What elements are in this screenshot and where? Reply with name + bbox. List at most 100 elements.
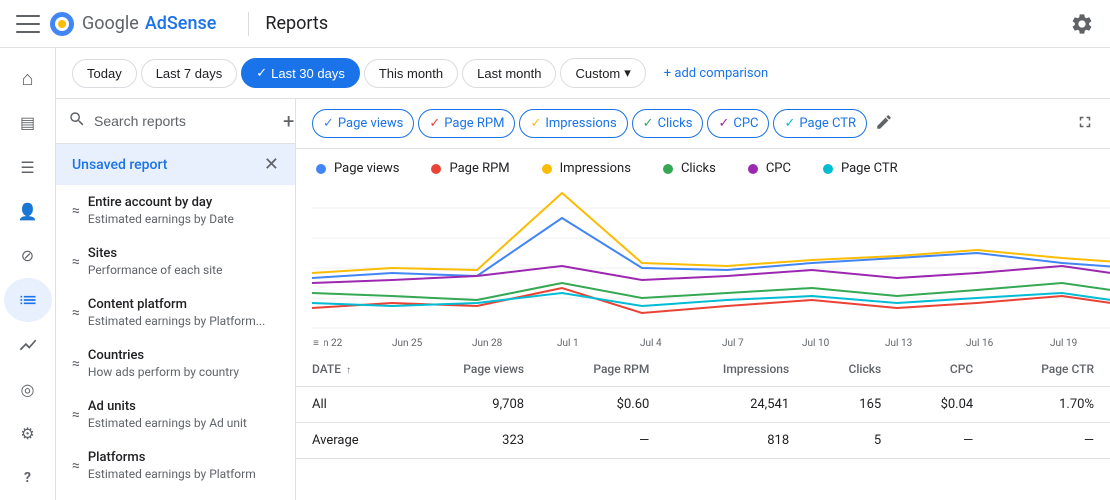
col-cpc[interactable]: CPC xyxy=(897,352,989,387)
report-list-item[interactable]: ≈ Platforms Estimated earnings by Platfo… xyxy=(56,440,295,491)
filter-lastmonth-button[interactable]: Last month xyxy=(462,59,556,88)
legend-label: Clicks xyxy=(681,161,716,176)
col-clicks[interactable]: Clicks xyxy=(805,352,897,387)
svg-text:Jul 4: Jul 4 xyxy=(640,338,662,348)
hamburger-menu[interactable] xyxy=(16,12,40,36)
chart-table-area: ✓ Page views ✓ Page RPM ✓ Impressions ✓ … xyxy=(296,99,1110,500)
chart-legend: Page views Page RPM Impressions Clicks C… xyxy=(296,149,1110,188)
filter-last7-button[interactable]: Last 7 days xyxy=(141,59,238,88)
active-report-item[interactable]: Unsaved report ✕ xyxy=(56,144,295,185)
report-list-item[interactable]: ≈ Entire account by day Estimated earnin… xyxy=(56,185,295,236)
close-report-icon[interactable]: ✕ xyxy=(264,154,279,175)
report-list-item[interactable]: ≈ Countries How ads perform by country ⋮ xyxy=(56,338,295,389)
report-item-subtitle: Estimated earnings by Ad unit xyxy=(88,416,266,430)
nav-content-icon[interactable]: ☰ xyxy=(4,145,52,189)
filter-today-button[interactable]: Today xyxy=(72,59,137,88)
col-pagerpm[interactable]: Page RPM xyxy=(540,352,665,387)
legend-dot xyxy=(663,164,673,174)
nav-home-icon[interactable]: ⌂ xyxy=(4,56,52,100)
content-column: Today Last 7 days ✓ Last 30 days This mo… xyxy=(56,48,1110,500)
legend-dot xyxy=(431,164,441,174)
nav-people-icon[interactable]: 👤 xyxy=(4,189,52,233)
chart-tab-clicks[interactable]: ✓ Clicks xyxy=(632,109,704,138)
nav-divider xyxy=(248,12,249,36)
col-date[interactable]: DATE ↑ xyxy=(296,352,408,387)
top-nav: Google AdSense Reports xyxy=(0,0,1110,48)
svg-text:Jul 19: Jul 19 xyxy=(1050,338,1077,348)
svg-text:Jul 13: Jul 13 xyxy=(885,338,912,348)
legend-item: Clicks xyxy=(663,161,716,176)
svg-text:Jun 28: Jun 28 xyxy=(472,338,503,348)
legend-item: CPC xyxy=(748,161,791,176)
cell-impressions: 24,541 xyxy=(665,387,805,423)
cell-pageviews: 9,708 xyxy=(408,387,540,423)
cell-pagerpm: — xyxy=(540,423,665,459)
report-icon: ≈ xyxy=(72,407,80,423)
svg-text:Jul 1: Jul 1 xyxy=(557,338,579,348)
filter-custom-button[interactable]: Custom ▾ xyxy=(560,58,645,88)
nav-block-icon[interactable]: ⊘ xyxy=(4,234,52,278)
nav-optimization-icon[interactable]: ◎ xyxy=(4,367,52,411)
legend-label: CPC xyxy=(766,161,791,176)
col-pagectr[interactable]: Page CTR xyxy=(989,352,1110,387)
filter-bar: Today Last 7 days ✓ Last 30 days This mo… xyxy=(56,48,1110,99)
report-list-item[interactable]: ≈ Content platform Estimated earnings by… xyxy=(56,287,295,338)
chart-tab-impressions[interactable]: ✓ Impressions xyxy=(519,109,627,138)
legend-dot xyxy=(823,164,833,174)
svg-text:Jul 7: Jul 7 xyxy=(722,338,744,348)
cell-cpc: — xyxy=(897,423,989,459)
legend-dot xyxy=(542,164,552,174)
chart-tab-pageviews[interactable]: ✓ Page views xyxy=(312,109,414,138)
reports-sidebar: + Unsaved report ✕ ≈ Entire account by d… xyxy=(56,99,296,500)
chevron-down-icon: ▾ xyxy=(624,65,631,81)
logo-text: Google xyxy=(82,13,139,34)
cell-pageviews: 323 xyxy=(408,423,540,459)
cell-cpc: $0.04 xyxy=(897,387,989,423)
check-icon: ✓ xyxy=(784,116,795,131)
add-comparison-button[interactable]: + add comparison xyxy=(654,60,778,87)
legend-dot xyxy=(316,164,326,174)
cell-pagectr: — xyxy=(989,423,1110,459)
nav-help-icon[interactable]: ? xyxy=(4,456,52,500)
nav-reports-icon[interactable] xyxy=(4,278,52,322)
expand-icon[interactable] xyxy=(1076,113,1094,135)
col-impressions[interactable]: Impressions xyxy=(665,352,805,387)
svg-text:Jun 25: Jun 25 xyxy=(392,338,423,348)
nav-settings-icon[interactable]: ⚙ xyxy=(4,411,52,455)
check-icon: ✓ xyxy=(643,116,654,131)
check-icon: ✓ xyxy=(323,116,334,131)
report-list-item[interactable]: ≈ Sites Performance of each site ⋮ xyxy=(56,236,295,287)
report-item-subtitle: How ads perform by country xyxy=(88,365,266,379)
nav-title: Reports xyxy=(265,13,328,34)
legend-label: Impressions xyxy=(560,161,631,176)
sort-asc-icon: ↑ xyxy=(346,365,351,376)
cell-clicks: 165 xyxy=(805,387,897,423)
edit-icon[interactable] xyxy=(875,113,893,135)
product-text: AdSense xyxy=(145,13,217,34)
active-report-label: Unsaved report xyxy=(72,157,167,173)
legend-dot xyxy=(748,164,758,174)
filter-last30-button[interactable]: ✓ Last 30 days xyxy=(241,58,360,88)
legend-item: Page CTR xyxy=(823,161,898,176)
add-report-icon[interactable]: + xyxy=(283,109,294,133)
nav-pages-icon[interactable]: ▤ xyxy=(4,100,52,144)
settings-icon[interactable] xyxy=(1070,12,1094,36)
report-item-title: Sites xyxy=(88,246,266,261)
chart-tab-cpc[interactable]: ✓ CPC xyxy=(707,109,769,138)
nav-analytics-icon[interactable] xyxy=(4,322,52,366)
table-row: All 9,708 $0.60 24,541 165 $0.04 1.70% xyxy=(296,387,1110,423)
cell-pagerpm: $0.60 xyxy=(540,387,665,423)
chart-tab-pagerpm[interactable]: ✓ Page RPM xyxy=(418,109,515,138)
report-item-title: Platforms xyxy=(88,450,266,465)
report-icon: ≈ xyxy=(72,356,80,372)
report-item-subtitle: Estimated earnings by Platform... xyxy=(88,314,266,328)
legend-label: Page views xyxy=(334,161,399,176)
report-icon: ≈ xyxy=(72,305,80,321)
chart-tab-pagectr[interactable]: ✓ Page CTR xyxy=(773,109,867,138)
report-item-title: Ad units xyxy=(88,399,266,414)
filter-thismonth-button[interactable]: This month xyxy=(364,59,458,88)
report-list-item[interactable]: ≈ Ad units Estimated earnings by Ad unit… xyxy=(56,389,295,440)
chart-container: Jun 22 Jun 25 Jun 28 Jul 1 Jul 4 Jul 7 J… xyxy=(296,188,1110,352)
search-input[interactable] xyxy=(94,113,275,129)
col-pageviews[interactable]: Page views xyxy=(408,352,540,387)
